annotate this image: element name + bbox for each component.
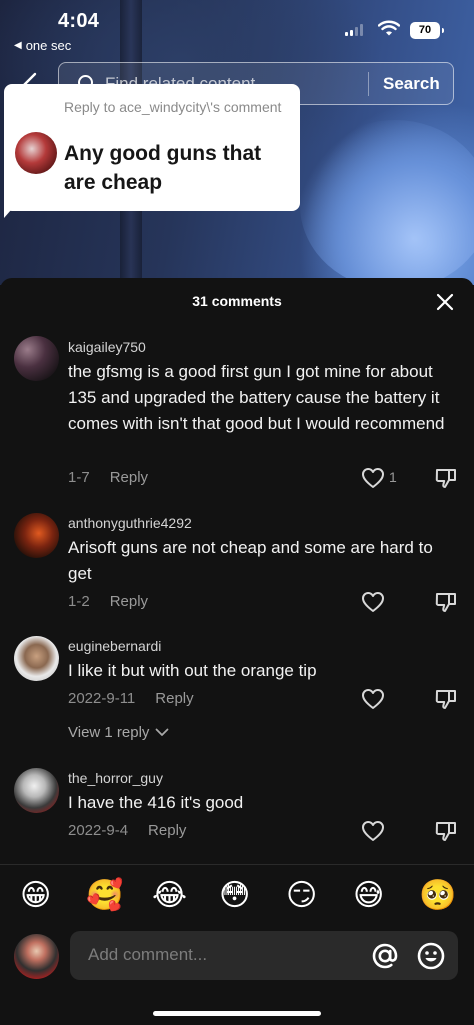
- sticker-tail: [4, 202, 18, 218]
- reply-button[interactable]: Reply: [148, 822, 186, 839]
- comment-text: Arisoft guns are not cheap and some are …: [68, 538, 433, 583]
- emoji-grin-button[interactable]: 😁: [20, 879, 51, 913]
- emoji-pleading-button[interactable]: 🥺: [419, 879, 456, 913]
- comment-meta: 1-7 Reply: [68, 469, 148, 486]
- sticker-reply-label: Reply to ace_windycity\'s comment: [64, 99, 282, 115]
- avatar[interactable]: [14, 336, 59, 381]
- emoji-hearts-button[interactable]: 🥰: [86, 879, 123, 913]
- comment-meta: 2022-9-11 Reply: [68, 690, 194, 707]
- comment-text: I like it but with out the orange tip: [68, 661, 317, 680]
- comment-username[interactable]: the_horror_guy: [68, 770, 163, 786]
- comment-username[interactable]: anthonyguthrie4292: [68, 515, 192, 531]
- comment-text: I have the 416 it's good: [68, 793, 244, 812]
- mention-at-icon[interactable]: [370, 941, 400, 971]
- emoji-flushed-button[interactable]: 😳: [219, 879, 250, 913]
- view-replies-button[interactable]: View 1 reply: [68, 724, 169, 741]
- search-button[interactable]: Search: [383, 74, 440, 94]
- dislike-icon[interactable]: [434, 688, 458, 710]
- dislike-icon[interactable]: [434, 467, 458, 489]
- close-icon[interactable]: [435, 292, 455, 312]
- comment-date: 1-2: [68, 593, 90, 610]
- home-indicator: [153, 1011, 321, 1016]
- emoji-sweat-smile-button[interactable]: 😅: [353, 879, 384, 913]
- status-bar: 4:04 ◀ one sec 70: [0, 0, 474, 58]
- reply-button[interactable]: Reply: [110, 469, 148, 486]
- reply-button[interactable]: Reply: [155, 690, 193, 707]
- avatar[interactable]: [14, 513, 59, 558]
- view-replies-label: View 1 reply: [68, 724, 150, 741]
- emoji-quick-bar: 😁 🥰 😂 😳 😏 😅 🥺: [0, 864, 474, 930]
- back-to-app-link[interactable]: ◀ one sec: [14, 38, 71, 53]
- battery-indicator: 70: [410, 22, 444, 39]
- add-comment-input[interactable]: Add comment...: [70, 931, 458, 980]
- search-divider: [368, 72, 369, 96]
- comment-date: 2022-9-4: [68, 822, 129, 839]
- emoji-picker-icon[interactable]: [416, 941, 446, 971]
- reply-button[interactable]: Reply: [110, 593, 148, 610]
- sticker-avatar: [15, 132, 57, 174]
- comment-date: 1-7: [68, 469, 90, 486]
- comment-date: 2022-9-11: [68, 690, 136, 707]
- avatar[interactable]: [14, 636, 59, 681]
- chevron-down-icon: [156, 728, 169, 736]
- emoji-smirk-button[interactable]: 😏: [286, 879, 317, 913]
- back-app-label: one sec: [25, 38, 72, 53]
- dislike-icon[interactable]: [434, 591, 458, 613]
- reply-comment-sticker[interactable]: Reply to ace_windycity\'s comment Any go…: [4, 84, 300, 218]
- like-count: 1: [389, 469, 397, 485]
- avatar[interactable]: [14, 768, 59, 813]
- heart-icon[interactable]: [361, 820, 385, 842]
- status-time: 4:04: [58, 10, 100, 32]
- cellular-signal-icon: [345, 24, 363, 36]
- add-comment-placeholder: Add comment...: [88, 945, 208, 964]
- heart-icon[interactable]: [361, 688, 385, 710]
- my-avatar: [14, 934, 59, 979]
- comments-count-title: 31 comments: [192, 293, 282, 309]
- back-triangle-icon: ◀: [14, 40, 22, 51]
- comment-text: the gfsmg is a good first gun I got mine…: [68, 362, 445, 433]
- heart-icon[interactable]: [361, 467, 385, 489]
- video-wall-light: [300, 120, 474, 285]
- sticker-comment-text: Any good guns that are cheap: [64, 142, 262, 194]
- comment-username[interactable]: euginebernardi: [68, 638, 161, 654]
- heart-icon[interactable]: [361, 591, 385, 613]
- wifi-icon: [378, 20, 400, 36]
- comment-username[interactable]: kaigailey750: [68, 339, 146, 355]
- dislike-icon[interactable]: [434, 820, 458, 842]
- comment-meta: 1-2 Reply: [68, 593, 148, 610]
- comment-meta: 2022-9-4 Reply: [68, 822, 186, 839]
- emoji-joy-button[interactable]: 😂: [152, 879, 187, 913]
